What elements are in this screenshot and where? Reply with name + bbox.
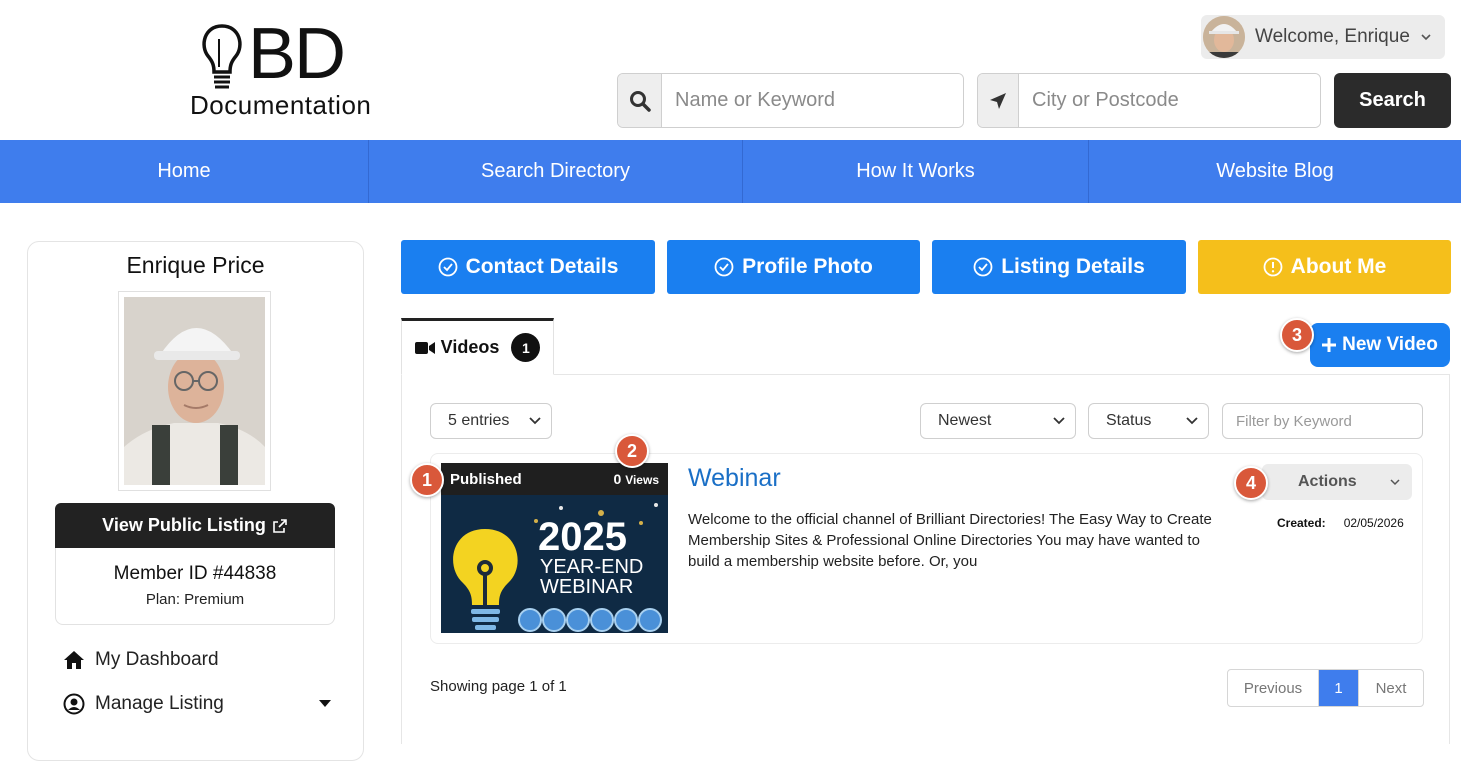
search-button[interactable]: Search: [1334, 73, 1451, 128]
chevron-down-icon: [1053, 417, 1065, 425]
sort-value: Newest: [938, 412, 992, 429]
sidebar-item-label: Manage Listing: [95, 693, 224, 714]
exclamation-circle-icon: [1263, 257, 1283, 277]
city-search: [977, 73, 1321, 128]
status-value: Status: [1106, 412, 1152, 429]
sidebar-item-manage-listing[interactable]: Manage Listing: [63, 689, 333, 719]
step-label: About Me: [1290, 255, 1387, 278]
step-contact-details[interactable]: Contact Details: [401, 240, 655, 294]
profile-name: Enrique Price: [126, 252, 265, 278]
new-video-label: New Video: [1342, 334, 1438, 355]
tab-label: Videos: [440, 337, 500, 357]
nav-item-home[interactable]: Home: [0, 140, 369, 203]
nav-item-website-blog[interactable]: Website Blog: [1089, 140, 1461, 203]
sidebar-item-my-dashboard[interactable]: My Dashboard: [63, 645, 333, 675]
annotation-badge-1: 1: [410, 463, 444, 497]
chevron-down-icon: [529, 417, 541, 425]
keyword-search: [617, 73, 964, 128]
step-profile-photo[interactable]: Profile Photo: [667, 240, 920, 294]
created-label: Created:: [1277, 516, 1326, 530]
annotation-badge-2: 2: [615, 434, 649, 468]
search-icon: [618, 74, 662, 127]
member-plan: Plan: Premium: [145, 591, 245, 608]
video-camera-icon: [414, 341, 435, 354]
main-nav: Home Search Directory How It Works Websi…: [0, 140, 1461, 203]
keyword-filter-input[interactable]: Filter by Keyword: [1222, 403, 1423, 439]
home-icon: [64, 651, 84, 669]
actions-label: Actions: [1298, 473, 1357, 490]
step-label: Listing Details: [1001, 255, 1145, 278]
site-logo[interactable]: BD Documentation: [190, 18, 405, 122]
actions-dropdown[interactable]: Actions: [1262, 464, 1412, 500]
welcome-text: Welcome, Enrique: [1255, 26, 1410, 47]
status-badge: Published: [450, 470, 522, 488]
entries-value: 5 entries: [448, 412, 510, 429]
profile-photo: [118, 291, 271, 491]
annotation-badge-4: 4: [1234, 466, 1268, 500]
video-description: Welcome to the official channel of Brill…: [688, 511, 1212, 570]
annotation-badge-3: 3: [1280, 318, 1314, 352]
tab-count-badge: 1: [511, 333, 541, 362]
new-video-button[interactable]: New Video: [1310, 323, 1450, 367]
page-1-button[interactable]: 1: [1319, 670, 1359, 706]
pagination-info: Showing page 1 of 1: [430, 678, 567, 695]
step-label: Profile Photo: [742, 255, 873, 278]
user-menu[interactable]: Welcome, Enrique: [1201, 15, 1445, 59]
check-circle-icon: [973, 257, 993, 277]
entries-select[interactable]: 5 entries: [430, 403, 552, 439]
user-circle-icon: [63, 693, 85, 715]
created-date: 02/05/2026: [1343, 516, 1404, 530]
status-select[interactable]: Status: [1088, 403, 1209, 439]
thumbnail-year: 2025: [538, 515, 627, 559]
created-info: Created: 02/05/2026: [1277, 516, 1404, 530]
member-id: Member ID #44838: [113, 563, 277, 584]
check-circle-icon: [714, 257, 734, 277]
video-title-link[interactable]: Webinar: [688, 464, 781, 493]
caret-down-icon: [319, 700, 331, 707]
nav-item-how-it-works[interactable]: How It Works: [743, 140, 1089, 203]
view-public-listing-button[interactable]: View Public Listing: [55, 503, 335, 548]
member-info: Member ID #44838 Plan: Premium: [55, 548, 335, 625]
step-about-me[interactable]: About Me: [1198, 240, 1451, 294]
thumbnail-line-2: WEBINAR: [540, 576, 634, 598]
next-page-button[interactable]: Next: [1359, 670, 1423, 706]
chevron-down-icon: [1390, 478, 1400, 485]
step-label: Contact Details: [465, 255, 619, 278]
keyword-input[interactable]: [662, 74, 963, 127]
thumbnail-line-1: YEAR-END: [540, 556, 644, 578]
step-listing-details[interactable]: Listing Details: [932, 240, 1186, 294]
plus-icon: [1322, 338, 1337, 352]
pagination: Previous 1 Next: [1227, 669, 1424, 707]
avatar: [1203, 16, 1245, 58]
sort-select[interactable]: Newest: [920, 403, 1076, 439]
views-count: 0 Views: [613, 471, 660, 487]
location-arrow-icon: [978, 74, 1019, 127]
view-listing-label: View Public Listing: [102, 515, 266, 535]
sidebar-item-label: My Dashboard: [95, 649, 219, 670]
previous-page-button[interactable]: Previous: [1228, 670, 1319, 706]
chevron-down-icon: [1421, 34, 1431, 41]
check-circle-icon: [438, 257, 457, 277]
city-input[interactable]: [1019, 74, 1320, 127]
external-link-icon: [273, 518, 287, 533]
logo-subtitle: Documentation: [190, 90, 372, 120]
tab-videos[interactable]: Videos 1: [401, 318, 554, 375]
chevron-down-icon: [1186, 417, 1198, 425]
nav-item-search-directory[interactable]: Search Directory: [369, 140, 743, 203]
logo-letters: BD: [248, 14, 346, 94]
